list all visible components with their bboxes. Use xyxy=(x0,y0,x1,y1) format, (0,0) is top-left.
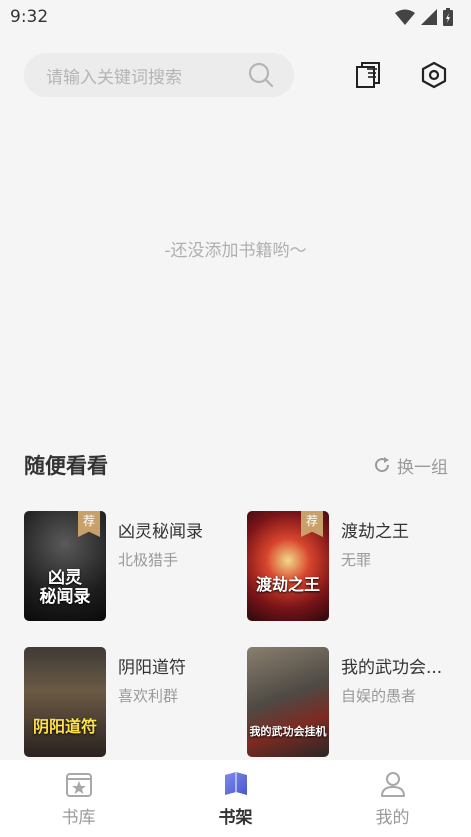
book-author: 无罪 xyxy=(341,551,372,569)
refresh-label: 换一组 xyxy=(397,457,448,478)
nav-item-bookshelf[interactable]: 书架 xyxy=(176,769,296,828)
book-card[interactable]: 渡劫之王 荐 渡劫之王 无罪 xyxy=(247,511,457,623)
search-row: 请输入关键词搜索 xyxy=(0,50,471,102)
book-name[interactable]: 凶灵秘闻录 xyxy=(118,517,236,542)
book-name[interactable]: 渡劫之王 xyxy=(341,517,459,542)
nav-label-bookshelf: 书架 xyxy=(218,808,253,828)
recommend-title: 随便看看 xyxy=(24,454,108,478)
book-cover[interactable]: 渡劫之王 荐 xyxy=(247,511,329,621)
status-bar: 9:32 xyxy=(0,0,471,34)
book-author: 北极猎手 xyxy=(118,551,179,569)
status-icons xyxy=(395,8,453,26)
refresh-button[interactable]: 换一组 xyxy=(373,453,448,478)
bottom-nav: 书库 书架 我的 xyxy=(0,760,471,837)
recommend-badge: 荐 xyxy=(78,511,100,537)
book-card[interactable]: 我的武功会挂机 我的武功会... 自娱的愚者 xyxy=(247,647,457,759)
cover-title: 渡劫之王 xyxy=(255,575,320,594)
empty-shelf-message: -还没添加书籍哟～ xyxy=(164,241,307,261)
recommend-badge: 荐 xyxy=(301,511,323,537)
recommend-header: 随便看看 换一组 xyxy=(24,450,448,480)
cellular-icon xyxy=(421,9,437,25)
nav-label-library: 书库 xyxy=(61,808,96,828)
profile-icon xyxy=(380,772,405,797)
settings-button[interactable] xyxy=(419,60,449,90)
status-time: 9:32 xyxy=(10,7,49,27)
book-cover[interactable]: 凶灵 秘闻录 荐 xyxy=(24,511,106,621)
settings-hex-icon xyxy=(421,61,447,89)
book-author: 喜欢利群 xyxy=(118,687,179,705)
nav-item-library[interactable]: 书库 xyxy=(19,769,139,828)
bookshelf-icon xyxy=(224,772,247,795)
search-input[interactable]: 请输入关键词搜索 xyxy=(24,53,294,97)
book-card[interactable]: 凶灵 秘闻录 荐 凶灵秘闻录 北极猎手 xyxy=(24,511,234,623)
nav-item-profile[interactable]: 我的 xyxy=(333,769,453,828)
refresh-icon xyxy=(375,457,390,473)
wifi-icon xyxy=(395,9,415,25)
book-card[interactable]: 阴阳道符 阴阳道符 喜欢利群 xyxy=(24,647,234,759)
book-name[interactable]: 我的武功会... xyxy=(341,653,459,678)
book-name[interactable]: 阴阳道符 xyxy=(118,653,236,678)
cover-title: 凶灵 秘闻录 xyxy=(39,568,91,607)
book-manage-button[interactable] xyxy=(354,60,384,90)
book-cover[interactable]: 我的武功会挂机 xyxy=(247,647,329,757)
cover-title: 我的武功会挂机 xyxy=(249,725,327,738)
battery-icon xyxy=(443,8,453,26)
book-manage-icon xyxy=(356,62,380,88)
library-icon xyxy=(65,773,92,797)
search-icon[interactable] xyxy=(248,62,274,88)
book-cover[interactable]: 阴阳道符 xyxy=(24,647,106,757)
nav-label-profile: 我的 xyxy=(375,808,410,828)
search-placeholder: 请输入关键词搜索 xyxy=(46,67,182,88)
book-author: 自娱的愚者 xyxy=(341,687,417,705)
cover-title: 阴阳道符 xyxy=(32,717,97,736)
